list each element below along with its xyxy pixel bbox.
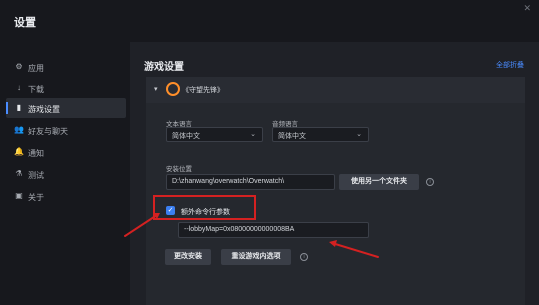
bell-icon: 🔔	[14, 147, 24, 156]
annotation-arrow-right	[329, 240, 379, 258]
sidebar-item-label: 通知	[28, 149, 44, 158]
chevron-down-icon: ⌄	[356, 131, 362, 138]
close-icon[interactable]: ✕	[523, 3, 531, 14]
game-section-header[interactable]: ▾ 《守望先锋》	[146, 77, 525, 103]
game-title: 《守望先锋》	[182, 87, 224, 94]
game-settings-icon: ▮	[16, 103, 22, 112]
title-bar: 设置 ✕	[0, 0, 539, 42]
document-icon: ▣	[15, 191, 23, 200]
sidebar-item-label: 测试	[28, 171, 44, 180]
page-title: 游戏设置	[144, 62, 184, 73]
sidebar-item-test[interactable]: ⚗ 测试	[6, 164, 126, 184]
install-location-label: 安装位置	[166, 166, 192, 173]
download-icon: ↓	[17, 83, 21, 92]
reset-ingame-options-button[interactable]: 重设游戏内选项	[221, 249, 291, 265]
audio-language-select[interactable]: 简体中文 ⌄	[272, 127, 369, 142]
sidebar-item-friends[interactable]: 👥 好友与聊天	[6, 120, 126, 140]
window-title: 设置	[14, 17, 36, 29]
change-install-button[interactable]: 更改安装	[165, 249, 211, 265]
sidebar-item-label: 游戏设置	[28, 105, 60, 114]
sidebar-item-label: 应用	[28, 64, 44, 73]
info-icon[interactable]: i	[300, 253, 308, 261]
sidebar-item-notifications[interactable]: 🔔 通知	[6, 142, 126, 162]
chevron-down-icon[interactable]: ▾	[154, 85, 158, 93]
install-location-field[interactable]: D:\zhanwang\overwatch\Overwatch\	[166, 174, 335, 190]
sidebar-item-label: 下载	[28, 85, 44, 94]
info-icon[interactable]: i	[426, 178, 434, 186]
sidebar-item-label: 好友与聊天	[28, 127, 68, 136]
sidebar-item-about[interactable]: ▣ 关于	[6, 186, 126, 206]
collapse-all-link[interactable]: 全部折叠	[496, 60, 524, 70]
test-icon: ⚗	[15, 169, 23, 178]
chevron-down-icon: ⌄	[250, 131, 256, 138]
selected-value: 简体中文	[172, 133, 200, 140]
sidebar-item-label: 关于	[28, 193, 44, 202]
sidebar-item-game-settings[interactable]: ▮ 游戏设置	[6, 98, 126, 118]
selected-value: 简体中文	[278, 133, 306, 140]
annotation-arrow-left	[124, 213, 160, 237]
text-language-select[interactable]: 简体中文 ⌄	[166, 127, 263, 142]
sidebar: ⚙ 应用 ↓ 下载 ▮ 游戏设置 👥 好友与聊天 🔔 通知 ⚗ 测试 ▣ 关于	[0, 42, 130, 305]
main-panel: 游戏设置 全部折叠 ▾ 《守望先锋》 文本语言 简体中文 ⌄ 音频语言 简体中文 ⌄…	[130, 42, 539, 305]
overwatch-logo-icon	[166, 82, 180, 96]
friends-icon: 👥	[14, 125, 24, 134]
highlight-box	[153, 195, 256, 220]
gear-icon: ⚙	[15, 62, 23, 71]
sidebar-item-downloads[interactable]: ↓ 下载	[6, 78, 126, 98]
sidebar-item-apps[interactable]: ⚙ 应用	[6, 57, 126, 77]
use-other-folder-button[interactable]: 使用另一个文件夹	[339, 174, 419, 190]
